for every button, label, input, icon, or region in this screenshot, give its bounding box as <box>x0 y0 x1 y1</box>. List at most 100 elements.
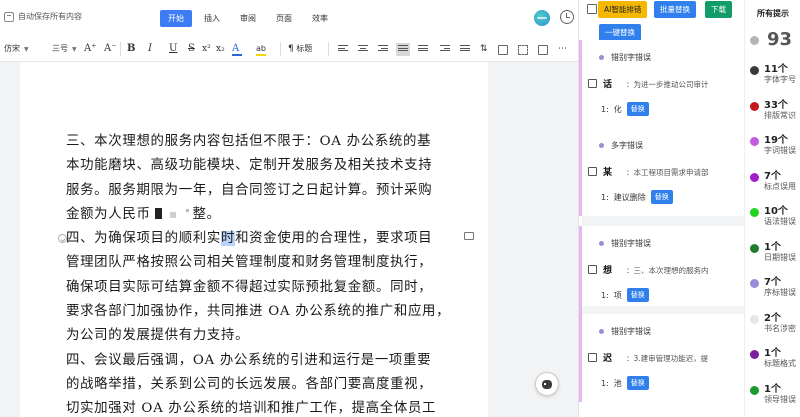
indent-icon[interactable] <box>440 45 450 54</box>
history-clock-icon[interactable] <box>560 10 574 24</box>
toolbar-divider <box>328 42 329 56</box>
category-label: 字词错误 <box>764 146 796 155</box>
error-type: 多字错误 <box>599 140 643 151</box>
doc-line: 四、为确保项目的顺利实时和资金使用的合理性，要求项目 <box>66 227 432 251</box>
replace-button[interactable]: 替换 <box>626 102 649 116</box>
ribbon-tabs: 开始 插入 审阅 页面 效率 <box>160 10 336 27</box>
highlighted-error-word[interactable]: 时 <box>221 231 236 247</box>
category-count: 19个 <box>764 135 788 146</box>
line-spacing-icon[interactable] <box>460 45 470 54</box>
error-dot-icon <box>599 143 604 148</box>
category-count: 1个 <box>764 348 781 359</box>
tab-review[interactable]: 审阅 <box>232 10 264 27</box>
error-type: 错别字错误 <box>599 52 651 63</box>
doc-line: 确保项目实际可结算金额不得超过实际预批复金额。同时， <box>66 279 433 295</box>
error-checkbox[interactable] <box>588 353 597 362</box>
tab-insert[interactable]: 插入 <box>196 10 228 27</box>
select-all-checkbox[interactable] <box>587 4 597 14</box>
total-count: 93 <box>767 29 793 50</box>
replace-button[interactable]: 替换 <box>650 190 673 204</box>
italic-button[interactable]: I <box>148 43 152 55</box>
suggestion-row: 1: 化替换 <box>601 102 649 116</box>
suggestion-index: 1: <box>601 104 609 114</box>
align-justify-icon[interactable] <box>396 43 410 56</box>
doc-line-part: 和资金使用的合理性，要求项目 <box>235 231 433 247</box>
paragraph-check-icon[interactable] <box>58 234 67 243</box>
ai-assistant-icon[interactable] <box>535 372 559 396</box>
summary-category[interactable]: 1个 日期错误 <box>745 238 800 278</box>
autosave-status[interactable]: 自动保存所有内容 <box>4 11 82 22</box>
replace-button[interactable]: 替换 <box>626 288 649 302</box>
summary-category[interactable]: 2个 书名涉密 <box>745 309 800 349</box>
category-dot-icon <box>750 314 759 324</box>
align-right-icon[interactable] <box>378 45 388 54</box>
document-area: 三、本次理想的服务内容包括但不限于：OA 办公系统的基 本功能磨块、高级功能模块… <box>0 62 578 417</box>
sort-icon[interactable]: ⇅ <box>480 43 488 55</box>
summary-category[interactable]: 19个 字词错误 <box>745 131 800 171</box>
comment-icon[interactable] <box>464 232 474 240</box>
document-body[interactable]: 三、本次理想的服务内容包括但不限于：OA 办公系统的基 本功能磨块、高级功能模块… <box>66 130 450 417</box>
batch-replace-button[interactable]: 批量替换 <box>654 1 696 18</box>
paragraph-icon: ¶ <box>288 44 294 54</box>
underline-button[interactable]: U <box>169 43 177 55</box>
error-checkbox[interactable] <box>588 167 597 176</box>
doc-line: 本功能磨块、高级功能模块、定制开发服务及相关技术支持 <box>66 158 433 174</box>
category-label: 排版常识 <box>764 110 796 120</box>
tab-page[interactable]: 页面 <box>268 10 300 27</box>
table-icon[interactable] <box>518 45 528 55</box>
align-left-icon[interactable] <box>338 45 348 54</box>
error-context: ：3.建审管理功能迟，提 <box>626 354 709 363</box>
summary-category[interactable]: 1个 标题格式 <box>745 344 800 384</box>
error-dot-icon <box>599 55 604 60</box>
heading-style-button[interactable]: ¶ 标题 <box>288 43 312 55</box>
error-word: 想 <box>603 266 613 276</box>
ai-check-button[interactable]: AI智能排错 <box>598 1 648 18</box>
error-checkbox[interactable] <box>588 265 597 274</box>
category-dot-icon <box>750 350 759 359</box>
summary-category[interactable]: 7个 序标错误 <box>745 273 800 313</box>
document-page[interactable]: 三、本次理想的服务内容包括但不限于：OA 办公系统的基 本功能磨块、高级功能模块… <box>20 62 488 417</box>
error-dot-icon <box>599 329 604 334</box>
error-word: 迟 <box>603 354 613 364</box>
summary-category[interactable]: 7个 标点误用 <box>745 167 800 207</box>
error-card[interactable]: 错别字错误 迟 ：3.建审管理功能迟，提 1: 池替换 <box>579 314 745 402</box>
error-checkbox[interactable] <box>588 79 597 88</box>
error-card[interactable]: 错别字错误 话 ：为进一步推动公司审计 1: 化替换 <box>579 40 745 128</box>
error-type: 错别字错误 <box>599 238 651 249</box>
tab-start[interactable]: 开始 <box>160 10 192 27</box>
save-icon <box>4 11 14 22</box>
distribute-icon[interactable] <box>418 45 428 54</box>
font-name-select[interactable]: 仿宋 ▼ <box>4 43 29 56</box>
category-count: 7个 <box>764 170 781 182</box>
bold-button[interactable]: B <box>127 43 135 55</box>
summary-category[interactable]: 1个 领导错误 <box>745 380 800 417</box>
download-button[interactable]: 下载 <box>705 1 732 18</box>
doc-line-part: 金额为人民币 <box>66 206 151 222</box>
format-toolbar: 仿宋 ▼ 三号 ▼ A⁺ A⁻ B I U S x² x₂ A ab ¶ 标题 ⇅ … <box>0 36 578 62</box>
shrink-font-button[interactable]: A⁻ <box>104 43 117 55</box>
replace-button[interactable]: 替换 <box>626 376 649 390</box>
suggestion-index: 1: <box>601 192 609 202</box>
strikethrough-button[interactable]: S <box>188 43 195 55</box>
error-card[interactable]: 多字错误 某 ：本工程项目需求申请部 1: 建议删除 替换 <box>579 128 745 216</box>
shading-icon[interactable] <box>538 45 548 55</box>
assistant-globe-icon[interactable] <box>534 10 550 26</box>
border-icon[interactable] <box>498 45 508 55</box>
more-icon[interactable]: ⋯ <box>558 43 567 55</box>
summary-category[interactable]: 11个 字体字号 <box>745 60 800 100</box>
subscript-button[interactable]: x₂ <box>216 43 225 55</box>
highlight-button[interactable]: ab <box>256 43 266 56</box>
error-card[interactable]: 错别字错误 想 ：三、本次理想的服务内 1: 项替换 <box>579 226 745 314</box>
superscript-button[interactable]: x² <box>202 43 211 55</box>
tab-efficiency[interactable]: 效率 <box>304 10 336 27</box>
font-color-button[interactable]: A <box>232 43 242 56</box>
doc-line-part: 整。 <box>192 206 221 222</box>
summary-category[interactable]: 10个 语法错误 <box>745 202 800 242</box>
category-count: 10个 <box>764 206 788 217</box>
font-size-select[interactable]: 三号 ▼ <box>52 43 77 56</box>
redacted-mark <box>169 211 176 218</box>
summary-category[interactable]: 33个 排版常识 <box>745 96 800 136</box>
align-center-icon[interactable] <box>358 45 368 54</box>
one-key-replace-button[interactable]: 一键替换 <box>599 24 641 41</box>
grow-font-button[interactable]: A⁺ <box>84 43 97 55</box>
